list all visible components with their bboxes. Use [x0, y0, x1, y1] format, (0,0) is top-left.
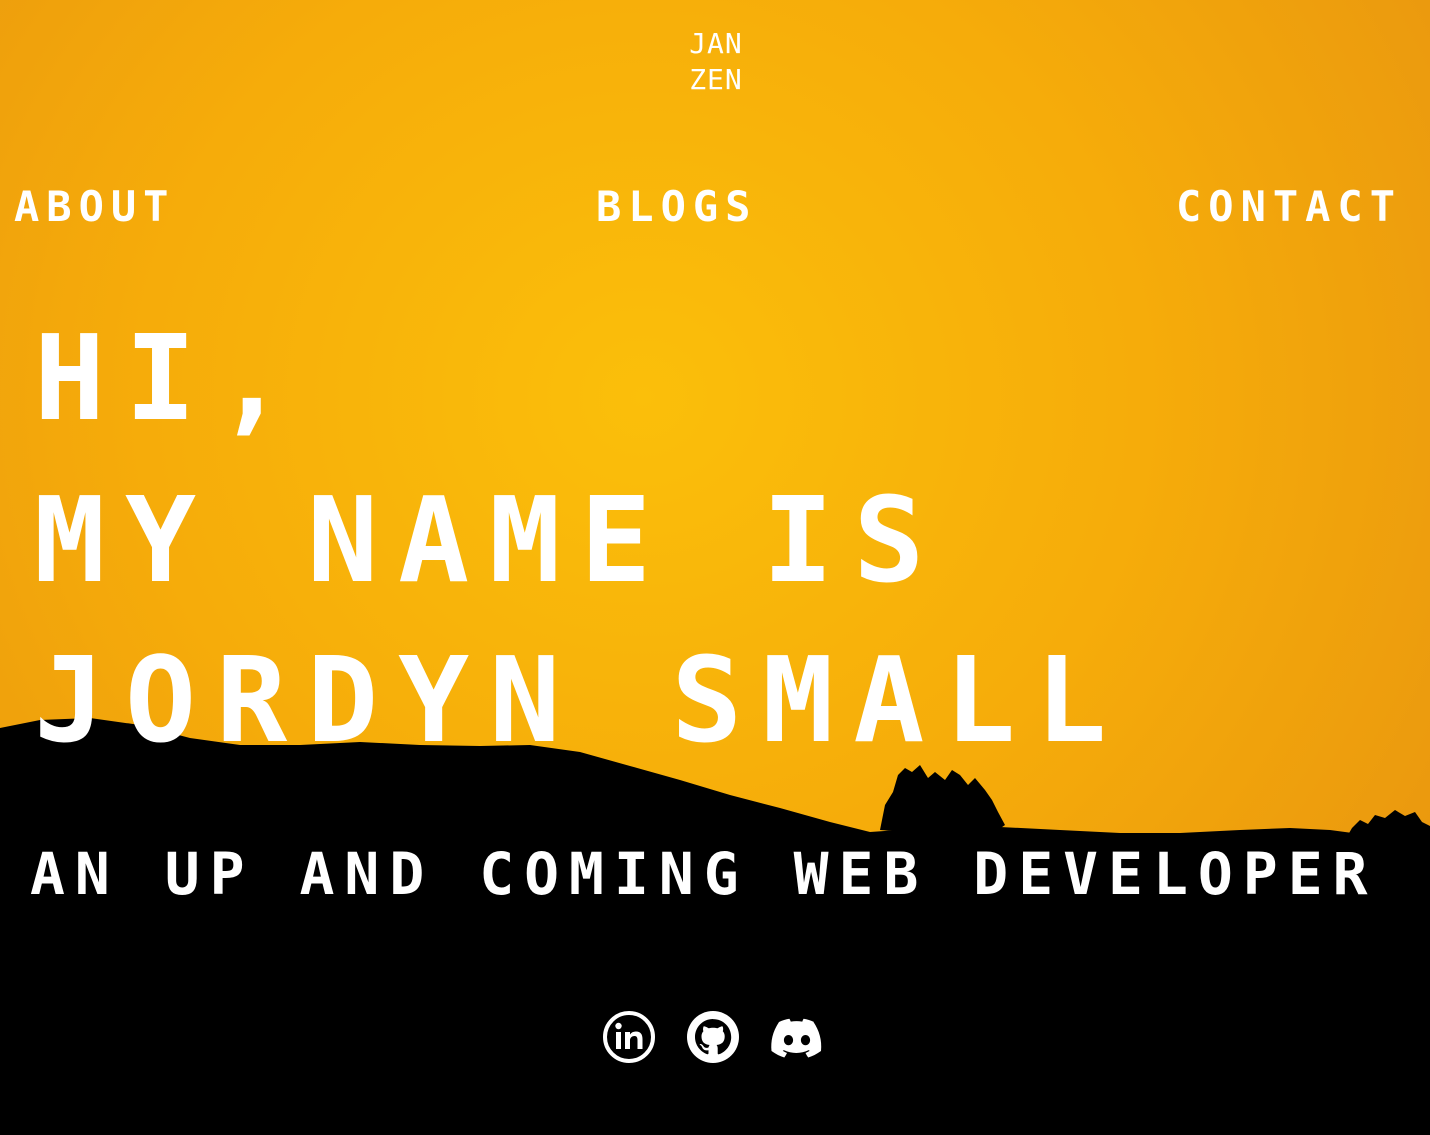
linkedin-icon	[603, 1011, 655, 1063]
logo[interactable]: JAN ZEN	[686, 26, 746, 98]
hero-name: JORDYN SMALL	[34, 631, 1127, 769]
hero-intro: MY NAME IS	[34, 471, 945, 609]
github-icon	[687, 1011, 739, 1063]
social-links	[602, 1010, 824, 1064]
nav-link-about[interactable]: ABOUT	[14, 183, 175, 231]
hero-subtitle: AN UP AND COMING WEB DEVELOPER	[30, 840, 1378, 908]
linkedin-link[interactable]	[602, 1010, 656, 1064]
logo-line-2: ZEN	[689, 63, 743, 96]
hero-greeting: HI,	[34, 309, 308, 447]
discord-icon	[771, 1018, 822, 1058]
logo-line-1: JAN	[689, 27, 743, 60]
nav-link-blogs[interactable]: BLOGS	[596, 183, 757, 231]
discord-link[interactable]	[770, 1010, 824, 1064]
github-link[interactable]	[686, 1010, 740, 1064]
nav-link-contact[interactable]: CONTACT	[1176, 183, 1402, 231]
